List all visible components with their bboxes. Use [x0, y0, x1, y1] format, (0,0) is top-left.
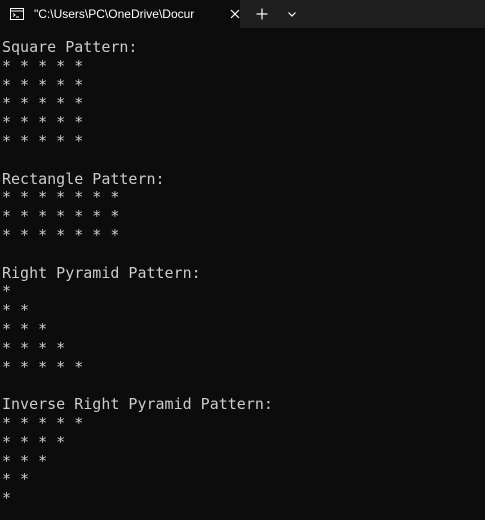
console-line: * * * * * * * [2, 188, 120, 207]
console-line: * * * * * [2, 113, 84, 132]
terminal-tab[interactable]: "C:\Users\PC\OneDrive\Docur [0, 0, 240, 28]
console-output[interactable]: Square Pattern: * * * * * * * * * * * * * *… [2, 38, 485, 508]
new-tab-button[interactable] [252, 4, 272, 24]
console-line: Inverse Right Pyramid Pattern: [2, 395, 273, 414]
close-tab-button[interactable] [228, 7, 242, 21]
console-line: * * * * * * * [2, 225, 120, 244]
console-line: * * * * [2, 338, 66, 357]
console-line: * * * [2, 451, 48, 470]
console-line: * * * [2, 319, 48, 338]
console-line: * * * * * [2, 413, 84, 432]
console-line: * * * * * [2, 75, 84, 94]
console-line: * * * * [2, 432, 66, 451]
console-line: * [2, 489, 12, 508]
console-line: Square Pattern: [2, 38, 138, 56]
terminal-icon [10, 7, 24, 21]
console-line: * * * * * [2, 94, 84, 113]
console-line: * * * * * * * [2, 207, 120, 226]
console-line: * * * * * [2, 357, 84, 376]
console-line: * * * * * [2, 131, 84, 150]
title-bar: "C:\Users\PC\OneDrive\Docur [0, 0, 485, 28]
console-line: * [2, 282, 12, 301]
console-line: * * [2, 301, 30, 320]
console-line: Rectangle Pattern: [2, 169, 165, 188]
tab-title: "C:\Users\PC\OneDrive\Docur [34, 7, 195, 21]
chevron-down-icon [288, 12, 296, 17]
close-icon [230, 9, 240, 19]
console-line: * * * * * [2, 56, 84, 75]
plus-icon [256, 8, 268, 20]
tab-dropdown-button[interactable] [282, 4, 302, 24]
terminal-window: "C:\Users\PC\OneDrive\Docur Square Patte… [0, 0, 485, 520]
console-line: Right Pyramid Pattern: [2, 263, 201, 282]
console-line: * * [2, 470, 30, 489]
